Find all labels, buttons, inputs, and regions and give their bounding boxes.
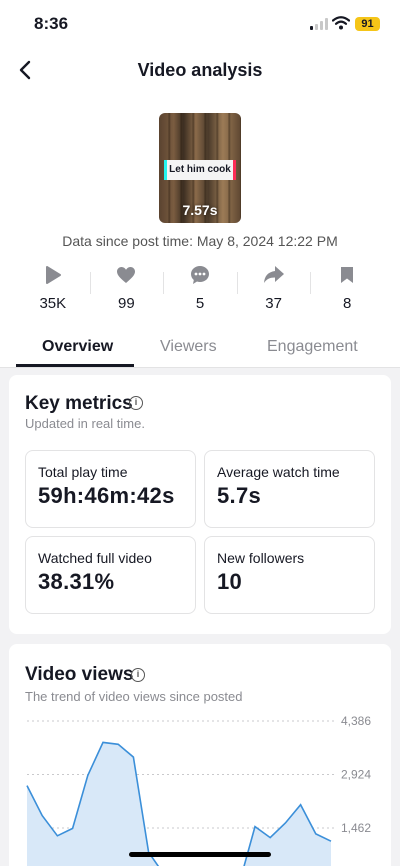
metric-label: Average watch time (217, 464, 340, 480)
video-views-card: Video views i The trend of video views s… (9, 644, 391, 866)
info-icon[interactable]: i (131, 668, 145, 682)
y-tick-label: 1,462 (341, 821, 371, 835)
battery-indicator: 91 (355, 17, 380, 31)
video-views-subtitle: The trend of video views since posted (25, 689, 243, 704)
stat-value: 37 (265, 295, 282, 312)
metric-watched-full-video: Watched full video 38.31% (25, 536, 196, 614)
y-tick-label: 2,924 (341, 768, 371, 782)
key-metrics-subtitle: Updated in real time. (25, 416, 145, 431)
cellular-signal-icon (310, 18, 328, 30)
stat-likes: 99 (89, 262, 164, 314)
bookmark-icon (341, 267, 354, 283)
home-indicator (129, 852, 271, 857)
data-since-text: Data since post time: May 8, 2024 12:22 … (62, 233, 338, 249)
video-views-chart: 4,386 2,924 1,462 (26, 714, 371, 866)
key-metrics-card: Key metrics i Updated in real time. Tota… (9, 375, 391, 634)
active-tab-indicator (16, 364, 134, 367)
metric-total-play-time: Total play time 59h:46m:42s (25, 450, 196, 528)
page-title: Video analysis (137, 60, 263, 80)
metric-value: 10 (217, 569, 243, 594)
views-area (27, 742, 331, 866)
metric-label: Watched full video (38, 550, 152, 566)
stat-value: 35K (39, 295, 67, 312)
video-views-title: Video views (25, 664, 134, 685)
tab-bar: Overview Viewers Engagement (0, 330, 400, 368)
stat-value: 5 (195, 295, 205, 312)
play-icon (45, 266, 61, 284)
metric-label: New followers (217, 550, 305, 566)
info-icon[interactable]: i (129, 396, 143, 410)
heart-icon (117, 267, 136, 283)
metric-value: 38.31% (38, 569, 115, 594)
comment-icon (190, 266, 209, 284)
status-time: 8:36 (34, 14, 69, 33)
y-tick-label: 4,386 (341, 714, 371, 728)
metric-label: Total play time (38, 464, 128, 480)
metric-value: 59h:46m:42s (38, 483, 175, 508)
video-caption-overlay: Let him cook (164, 160, 236, 180)
wifi-icon (332, 16, 350, 30)
stat-value: 8 (343, 295, 352, 312)
status-bar: 8:36 91 (0, 0, 400, 48)
share-icon (263, 266, 284, 283)
engagement-stats: 35K 99 5 37 8 (16, 262, 384, 314)
stat-views: 35K (16, 262, 90, 314)
video-thumbnail[interactable]: Let him cook 7.57s (159, 113, 241, 223)
stat-favorites: 8 (310, 262, 384, 314)
video-duration: 7.57s (182, 202, 218, 218)
metric-average-watch-time: Average watch time 5.7s (204, 450, 375, 528)
stat-value: 99 (118, 295, 135, 312)
metric-new-followers: New followers 10 (204, 536, 375, 614)
key-metrics-title: Key metrics (25, 393, 133, 414)
tab-overview[interactable]: Overview (42, 338, 113, 356)
tab-engagement[interactable]: Engagement (267, 338, 358, 356)
metric-value: 5.7s (217, 483, 262, 508)
stat-comments: 5 (163, 262, 237, 314)
stat-shares: 37 (236, 262, 311, 314)
tab-viewers[interactable]: Viewers (160, 338, 217, 356)
